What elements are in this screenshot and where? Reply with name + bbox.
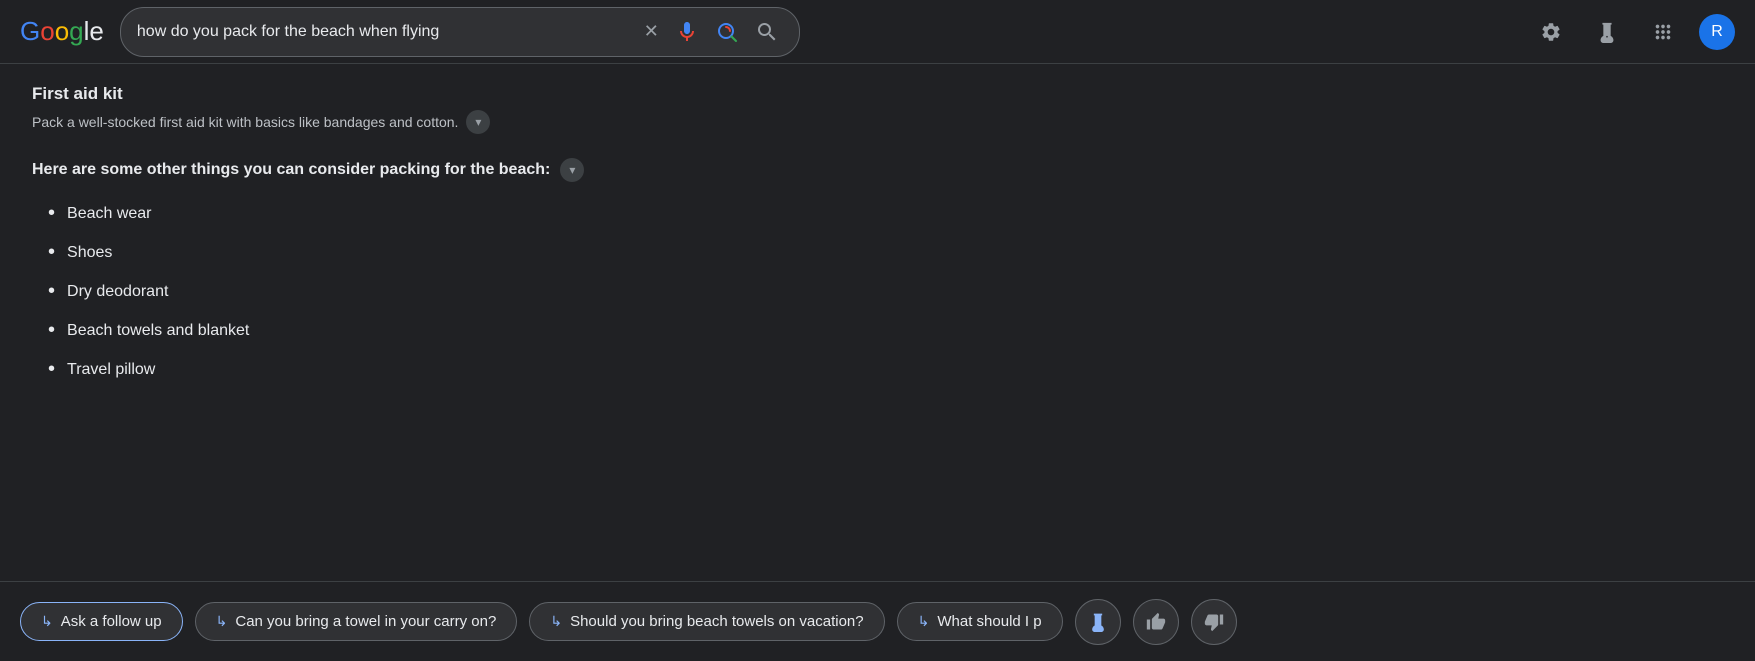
search-icon xyxy=(755,20,779,44)
chip-arrow-icon: ↳ xyxy=(216,613,228,630)
list-item: Beach wear xyxy=(48,202,868,225)
lens-icon xyxy=(715,20,739,44)
thumbs-down-icon xyxy=(1204,612,1224,632)
logo-g-green: g xyxy=(69,16,83,46)
search-input[interactable] xyxy=(137,23,632,41)
header-icons: R xyxy=(1531,12,1735,52)
first-aid-section: First aid kit Pack a well-stocked first … xyxy=(32,84,868,134)
avatar[interactable]: R xyxy=(1699,14,1735,50)
ask-follow-up-label: Ask a follow up xyxy=(61,613,162,630)
list-item: Beach towels and blanket xyxy=(48,319,868,342)
logo-o-red: o xyxy=(40,16,54,46)
first-aid-title: First aid kit xyxy=(32,84,868,104)
thumbs-up-button[interactable] xyxy=(1133,599,1179,645)
chip-arrow-icon: ↳ xyxy=(918,613,930,630)
chevron-down-icon: ▾ xyxy=(475,115,481,129)
thumbs-up-icon xyxy=(1146,612,1166,632)
main-content: First aid kit Pack a well-stocked first … xyxy=(0,64,900,421)
flask-icon xyxy=(1596,21,1618,43)
settings-button[interactable] xyxy=(1531,12,1571,52)
bottom-bar: ↳ Ask a follow up ↳ Can you bring a towe… xyxy=(0,581,1755,661)
search-button[interactable] xyxy=(751,16,783,48)
ask-follow-up-chip[interactable]: ↳ Ask a follow up xyxy=(20,602,183,641)
clear-icon: ✕ xyxy=(644,21,659,42)
voice-search-button[interactable] xyxy=(671,16,703,48)
google-logo: Google xyxy=(20,16,104,47)
flask-small-icon xyxy=(1088,612,1108,632)
carry-on-chip-label: Can you bring a towel in your carry on? xyxy=(235,613,496,630)
chevron-down-icon: ▾ xyxy=(569,163,575,177)
search-bar: ✕ xyxy=(120,7,800,57)
apps-button[interactable] xyxy=(1643,12,1683,52)
chip-arrow-icon: ↳ xyxy=(550,613,562,630)
logo-o-yellow: o xyxy=(55,16,69,46)
microphone-icon xyxy=(675,20,699,44)
list-item: Shoes xyxy=(48,241,868,264)
consider-title-text: Here are some other things you can consi… xyxy=(32,161,550,179)
lens-search-button[interactable] xyxy=(711,16,743,48)
first-aid-collapse-button[interactable]: ▾ xyxy=(466,110,490,134)
consider-title: Here are some other things you can consi… xyxy=(32,158,868,182)
packing-list: Beach wear Shoes Dry deodorant Beach tow… xyxy=(48,202,868,381)
logo-le: le xyxy=(84,16,104,46)
thumbs-down-button[interactable] xyxy=(1191,599,1237,645)
labs-button[interactable] xyxy=(1587,12,1627,52)
list-item-label: Travel pillow xyxy=(67,361,155,379)
list-item: Dry deodorant xyxy=(48,280,868,303)
what-should-label: What should I p xyxy=(937,613,1041,630)
beach-towels-vacation-label: Should you bring beach towels on vacatio… xyxy=(570,613,864,630)
follow-up-arrow-icon: ↳ xyxy=(41,613,53,630)
list-item-label: Shoes xyxy=(67,244,112,262)
apps-icon xyxy=(1652,21,1674,43)
consider-section: Here are some other things you can consi… xyxy=(32,158,868,381)
gear-icon xyxy=(1540,21,1562,43)
carry-on-towel-chip[interactable]: ↳ Can you bring a towel in your carry on… xyxy=(195,602,518,641)
what-should-chip[interactable]: ↳ What should I p xyxy=(897,602,1063,641)
consider-collapse-button[interactable]: ▾ xyxy=(560,158,584,182)
beach-towels-vacation-chip[interactable]: ↳ Should you bring beach towels on vacat… xyxy=(529,602,884,641)
list-item-label: Dry deodorant xyxy=(67,283,168,301)
list-item: Travel pillow xyxy=(48,358,868,381)
first-aid-desc-text: Pack a well-stocked first aid kit with b… xyxy=(32,114,458,130)
list-item-label: Beach towels and blanket xyxy=(67,322,249,340)
clear-button[interactable]: ✕ xyxy=(640,17,663,46)
list-item-label: Beach wear xyxy=(67,205,152,223)
logo-g-blue: G xyxy=(20,16,40,46)
labs-action-button[interactable] xyxy=(1075,599,1121,645)
first-aid-desc: Pack a well-stocked first aid kit with b… xyxy=(32,110,868,134)
header: Google ✕ xyxy=(0,0,1755,64)
